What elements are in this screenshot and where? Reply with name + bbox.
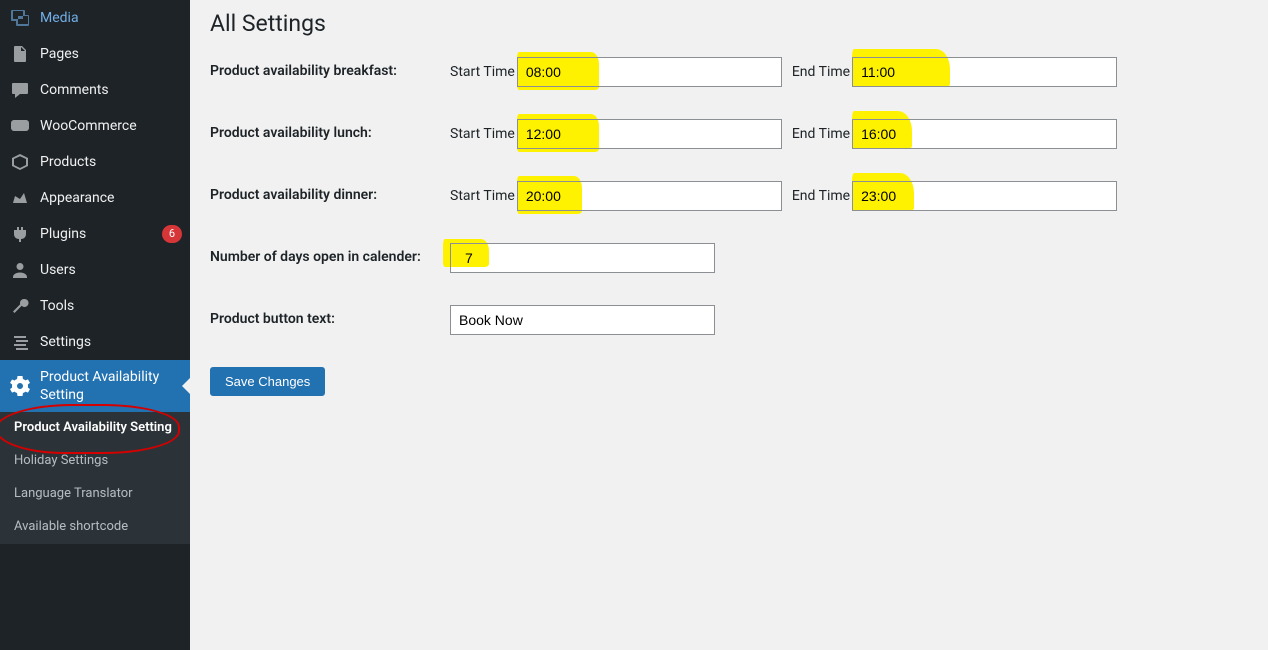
sidebar-item-media[interactable]: Media — [0, 0, 190, 36]
sidebar-item-label: Comments — [40, 81, 182, 99]
start-time-label: Start Time — [450, 126, 515, 142]
submenu-holiday-settings[interactable]: Holiday Settings — [0, 445, 190, 478]
sidebar-item-label: WooCommerce — [40, 117, 182, 135]
sidebar-item-label: Media — [40, 9, 182, 27]
pages-icon — [10, 44, 30, 64]
save-button[interactable]: Save Changes — [210, 367, 325, 396]
breakfast-start-input[interactable] — [517, 57, 782, 87]
sidebar-submenu: Product Availability Setting Holiday Set… — [0, 412, 190, 544]
label-breakfast: Product availability breakfast: — [210, 57, 450, 79]
sidebar-item-tools[interactable]: Tools — [0, 288, 190, 324]
sidebar-item-users[interactable]: Users — [0, 252, 190, 288]
sidebar-item-appearance[interactable]: Appearance — [0, 180, 190, 216]
appearance-icon — [10, 188, 30, 208]
settings-icon — [10, 332, 30, 352]
submenu-product-availability-setting[interactable]: Product Availability Setting — [0, 412, 190, 445]
label-days-open: Number of days open in calender: — [210, 243, 450, 265]
page-title: All Settings — [210, 10, 1248, 37]
sidebar-item-label: Appearance — [40, 189, 182, 207]
sidebar-item-label: Users — [40, 261, 182, 279]
end-time-label: End Time — [792, 188, 850, 204]
row-dinner: Product availability dinner: Start Time … — [210, 181, 1248, 211]
end-time-label: End Time — [792, 64, 850, 80]
sidebar-item-woocommerce[interactable]: WooCommerce — [0, 108, 190, 144]
tools-icon — [10, 296, 30, 316]
sidebar-item-label: Products — [40, 153, 182, 171]
plugins-icon — [10, 224, 30, 244]
label-button-text: Product button text: — [210, 305, 450, 327]
sidebar-item-products[interactable]: Products — [0, 144, 190, 180]
row-breakfast: Product availability breakfast: Start Ti… — [210, 57, 1248, 87]
lunch-end-input[interactable] — [852, 119, 1117, 149]
sidebar-item-label: Tools — [40, 297, 182, 315]
admin-sidebar: Media Pages Comments WooCommerce Product… — [0, 0, 190, 650]
label-dinner: Product availability dinner: — [210, 181, 450, 203]
woo-icon — [10, 116, 30, 136]
row-lunch: Product availability lunch: Start Time E… — [210, 119, 1248, 149]
start-time-label: Start Time — [450, 64, 515, 80]
plugins-update-badge: 6 — [162, 225, 182, 242]
row-days-open: Number of days open in calender: — [210, 243, 1248, 273]
sidebar-item-pages[interactable]: Pages — [0, 36, 190, 72]
sidebar-item-plugins[interactable]: Plugins 6 — [0, 216, 190, 252]
dinner-end-input[interactable] — [852, 181, 1117, 211]
sidebar-item-product-availability[interactable]: Product Availability Setting — [0, 360, 190, 412]
button-text-input[interactable] — [450, 305, 715, 335]
breakfast-end-input[interactable] — [852, 57, 1117, 87]
sidebar-item-label: Product Availability Setting — [40, 368, 182, 404]
gear-icon — [10, 376, 30, 396]
submenu-language-translator[interactable]: Language Translator — [0, 478, 190, 511]
users-icon — [10, 260, 30, 280]
label-lunch: Product availability lunch: — [210, 119, 450, 141]
start-time-label: Start Time — [450, 188, 515, 204]
end-time-label: End Time — [792, 126, 850, 142]
dinner-start-input[interactable] — [517, 181, 782, 211]
sidebar-item-label: Settings — [40, 333, 182, 351]
sidebar-item-label: Pages — [40, 45, 182, 63]
days-open-input[interactable] — [450, 243, 715, 273]
products-icon — [10, 152, 30, 172]
main-content: All Settings Product availability breakf… — [190, 0, 1268, 650]
sidebar-item-label: Plugins — [40, 225, 156, 243]
sidebar-item-settings[interactable]: Settings — [0, 324, 190, 360]
sidebar-item-comments[interactable]: Comments — [0, 72, 190, 108]
submenu-available-shortcode[interactable]: Available shortcode — [0, 511, 190, 544]
lunch-start-input[interactable] — [517, 119, 782, 149]
row-button-text: Product button text: — [210, 305, 1248, 335]
media-icon — [10, 8, 30, 28]
comments-icon — [10, 80, 30, 100]
